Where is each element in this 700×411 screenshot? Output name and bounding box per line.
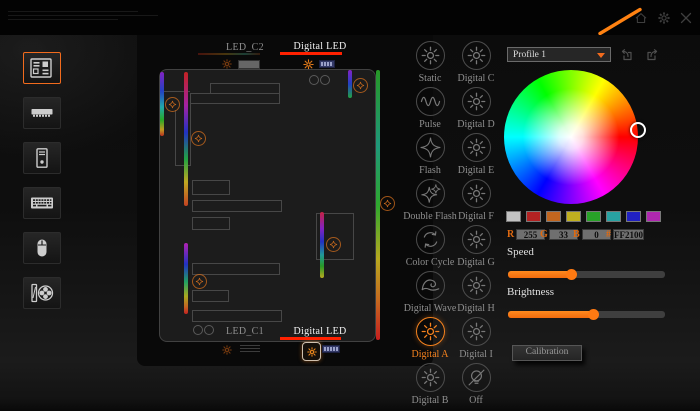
led-zone-badge[interactable] <box>353 78 368 93</box>
board-mount-hole <box>320 75 330 85</box>
digital-led-top-header[interactable]: Digital LED <box>275 41 365 52</box>
brightness-slider-fill <box>508 311 593 318</box>
sun-icon <box>462 179 491 208</box>
led-strip <box>184 243 188 314</box>
effect-digital-i[interactable]: Digital I <box>438 317 514 360</box>
color-swatch[interactable] <box>526 211 541 222</box>
board-trace <box>175 165 191 166</box>
board-mount-hole <box>309 75 319 85</box>
led-strip <box>348 70 352 98</box>
led-c1-connector <box>240 343 260 354</box>
led-zone-badge[interactable] <box>165 97 180 112</box>
green-label: G <box>540 229 548 240</box>
effect-digital-c[interactable]: Digital C <box>438 41 514 84</box>
hex-label: # <box>606 229 611 240</box>
color-swatch[interactable] <box>566 211 581 222</box>
effect-digital-h[interactable]: Digital H <box>438 271 514 314</box>
gpu-fan-icon <box>30 283 54 303</box>
color-swatch[interactable] <box>646 211 661 222</box>
sun-icon <box>462 133 491 162</box>
brightness-slider[interactable] <box>508 311 665 318</box>
sun-icon <box>462 271 491 300</box>
board-slot <box>192 180 230 195</box>
color-swatch[interactable] <box>586 211 601 222</box>
sidebar-item-motherboard[interactable] <box>23 52 61 84</box>
digital-led-bottom-underline <box>280 337 341 340</box>
accent-swoosh <box>0 0 700 35</box>
sun-icon <box>462 225 491 254</box>
speed-label: Speed <box>507 246 534 258</box>
sun-icon <box>462 317 491 346</box>
digital-led-bottom-selected-icon[interactable] <box>302 342 321 361</box>
sidebar-item-mouse[interactable] <box>23 232 61 264</box>
color-wheel-selector[interactable] <box>630 122 646 138</box>
board-trace <box>190 103 191 165</box>
effect-digital-d[interactable]: Digital D <box>438 87 514 130</box>
keyboard-icon <box>30 193 54 213</box>
led-strip <box>184 72 188 206</box>
profile-dropdown-value: Profile 1 <box>513 50 546 60</box>
sun-icon <box>306 346 318 358</box>
led-c2-underline <box>198 53 260 55</box>
effect-off[interactable]: Off <box>438 363 514 406</box>
brightness-label: Brightness <box>507 286 554 298</box>
hex-value-field[interactable]: FF2100 <box>613 229 644 240</box>
rgb-lighting-app: LED_C2 Digital LED LED_C1 Digital LED <box>0 0 700 411</box>
digital-led-top-underline <box>280 52 342 55</box>
sidebar-item-pc-case[interactable] <box>23 142 61 174</box>
board-slot <box>190 93 280 104</box>
sidebar-item-gpu-fan[interactable] <box>23 277 61 309</box>
board-slot <box>192 310 282 322</box>
speed-slider-knob[interactable] <box>566 269 577 280</box>
board-trace <box>175 110 176 165</box>
effect-digital-e[interactable]: Digital E <box>438 133 514 176</box>
color-swatch[interactable] <box>606 211 621 222</box>
memory-icon <box>30 103 54 123</box>
sun-icon <box>462 87 491 116</box>
pc-case-icon <box>30 148 54 168</box>
red-label: R <box>507 229 514 240</box>
speed-slider[interactable] <box>508 271 665 278</box>
led-zone-badge[interactable] <box>192 274 207 289</box>
motherboard-icon <box>30 58 54 78</box>
effect-digital-g[interactable]: Digital G <box>438 225 514 268</box>
digital-led-bottom-header[interactable]: Digital LED <box>275 326 365 337</box>
digital-led-top-connector <box>319 60 335 68</box>
color-swatch[interactable] <box>626 211 641 222</box>
color-wheel[interactable] <box>504 70 638 204</box>
profile-dropdown[interactable]: Profile 1 <box>507 47 611 62</box>
led-strip <box>160 72 164 136</box>
home-icon[interactable] <box>634 11 648 25</box>
led-c2-connector <box>238 60 260 69</box>
board-slot <box>192 263 280 275</box>
board-slot <box>192 200 282 212</box>
color-swatches <box>506 211 661 222</box>
board-slot <box>192 217 230 230</box>
bulb-off-icon <box>462 363 491 392</box>
color-swatch[interactable] <box>546 211 561 222</box>
sidebar-item-memory[interactable] <box>23 97 61 129</box>
brightness-slider-knob[interactable] <box>588 309 599 320</box>
blue-label: B <box>573 229 580 240</box>
close-icon[interactable] <box>679 11 693 25</box>
led-zone-badge[interactable] <box>191 131 206 146</box>
mouse-icon <box>30 238 54 258</box>
settings-gear-icon[interactable] <box>657 11 671 25</box>
led-strip <box>320 212 324 278</box>
dropdown-caret-icon <box>597 53 605 58</box>
led-zone-badge[interactable] <box>326 237 341 252</box>
digital-led-bottom-connector <box>322 345 340 353</box>
led-c1-connector-icon[interactable] <box>221 344 233 356</box>
speed-slider-fill <box>508 271 571 278</box>
titlebar <box>0 0 700 35</box>
board-slot <box>192 290 229 302</box>
calibration-button[interactable]: Calibration <box>512 345 582 361</box>
sun-icon <box>462 41 491 70</box>
sidebar-item-keyboard[interactable] <box>23 187 61 219</box>
effect-digital-f[interactable]: Digital F <box>438 179 514 222</box>
import-profile-icon[interactable] <box>618 47 635 63</box>
color-swatch[interactable] <box>506 211 521 222</box>
export-profile-icon[interactable] <box>644 47 661 63</box>
